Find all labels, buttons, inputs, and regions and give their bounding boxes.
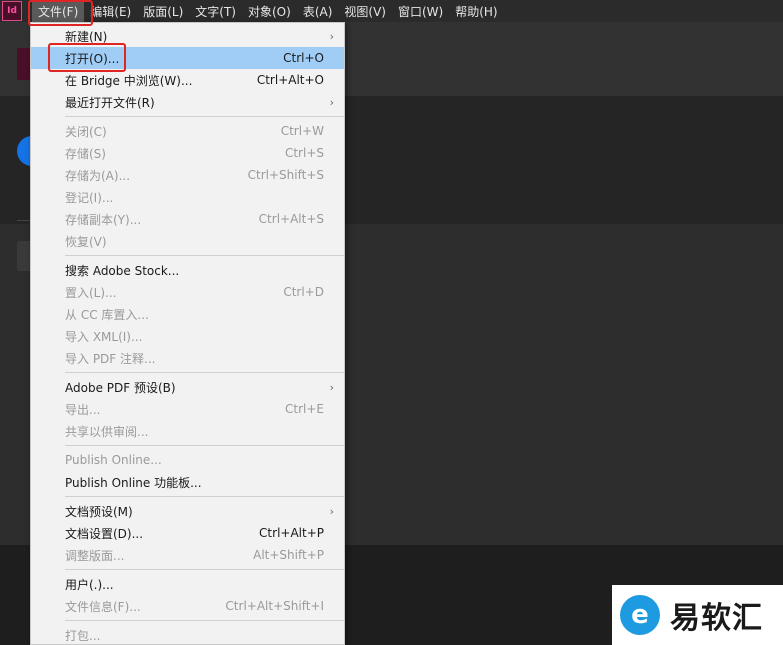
menu-separator xyxy=(31,369,344,376)
menu-item-label: 搜索 Adobe Stock... xyxy=(65,263,180,278)
menu-layout[interactable]: 版面(L) xyxy=(137,0,189,22)
file-menu-item[interactable]: Publish Online 功能板... xyxy=(31,471,344,493)
file-menu-item: 置入(L)... Ctrl+D xyxy=(31,281,344,303)
menu-item-shortcut: Ctrl+O xyxy=(283,51,324,65)
file-menu-item[interactable]: 用户(.)... xyxy=(31,573,344,595)
menu-item-shortcut: Ctrl+W xyxy=(280,124,324,138)
file-menu-item: 文件信息(F)... Ctrl+Alt+Shift+I xyxy=(31,595,344,617)
menu-item-label: 置入(L)... xyxy=(65,285,117,300)
menu-item-label: 恢复(V) xyxy=(65,234,107,249)
indesign-window: Id 文件(F) 编辑(E) 版面(L) 文字(T) 对象(O) 表(A) 视图(V) 窗口(… xyxy=(0,0,783,645)
menu-item-label: 文档设置(D)... xyxy=(65,526,144,541)
menu-item-label: 导入 PDF 注释... xyxy=(65,351,156,366)
file-menu-item[interactable]: 搜索 Adobe Stock... xyxy=(31,259,344,281)
menu-window[interactable]: 窗口(W) xyxy=(392,0,449,22)
menu-item-label: 关闭(C) xyxy=(65,124,107,139)
menu-item-shortcut: Ctrl+D xyxy=(283,285,324,299)
chevron-right-icon: › xyxy=(329,380,334,394)
menu-item-shortcut: Ctrl+Shift+S xyxy=(247,168,324,182)
menu-help[interactable]: 帮助(H) xyxy=(449,0,503,22)
menu-separator xyxy=(31,442,344,449)
file-menu-item: 存储为(A)... Ctrl+Shift+S xyxy=(31,164,344,186)
menu-separator xyxy=(31,493,344,500)
menu-item-label: 调整版面... xyxy=(65,548,125,563)
menu-object[interactable]: 对象(O) xyxy=(242,0,297,22)
menu-item-label: 打包... xyxy=(65,628,101,643)
file-menu-item: 存储副本(Y)... Ctrl+Alt+S xyxy=(31,208,344,230)
indesign-logo-icon: Id xyxy=(2,1,22,21)
menu-item-label: Publish Online... xyxy=(65,453,162,467)
menu-separator xyxy=(31,566,344,573)
menu-item-shortcut: Ctrl+Alt+S xyxy=(258,212,324,226)
file-menu-item: 导入 PDF 注释... xyxy=(31,347,344,369)
file-menu-item[interactable]: 文档设置(D)... Ctrl+Alt+P xyxy=(31,522,344,544)
menu-type[interactable]: 文字(T) xyxy=(189,0,242,22)
file-menu-item: 从 CC 库置入... xyxy=(31,303,344,325)
menu-separator xyxy=(31,113,344,120)
menu-item-shortcut: Ctrl+Alt+O xyxy=(256,73,324,87)
file-menu-item[interactable]: 新建(N) › xyxy=(31,25,344,47)
menu-item-label: 导入 XML(I)... xyxy=(65,329,143,344)
menu-edit[interactable]: 编辑(E) xyxy=(84,0,137,22)
chevron-right-icon: › xyxy=(329,504,334,518)
file-menu-item: 登记(I)... xyxy=(31,186,344,208)
menu-item-label: 最近打开文件(R) xyxy=(65,95,155,110)
menu-item-label: 存储副本(Y)... xyxy=(65,212,142,227)
file-menu-item: 共享以供审阅... xyxy=(31,420,344,442)
menu-bar: Id 文件(F) 编辑(E) 版面(L) 文字(T) 对象(O) 表(A) 视图(V) 窗口(… xyxy=(0,0,783,22)
menu-item-shortcut: Ctrl+Alt+P xyxy=(259,526,324,540)
menu-item-label: 用户(.)... xyxy=(65,577,114,592)
menu-item-label: 从 CC 库置入... xyxy=(65,307,149,322)
menu-item-label: Publish Online 功能板... xyxy=(65,475,202,490)
menu-item-label: 在 Bridge 中浏览(W)... xyxy=(65,73,193,88)
file-menu-item: 存储(S) Ctrl+S xyxy=(31,142,344,164)
menu-item-label: 共享以供审阅... xyxy=(65,424,149,439)
watermark-text: 易软汇 xyxy=(670,601,763,636)
menu-table[interactable]: 表(A) xyxy=(297,0,339,22)
file-menu-item: 导入 XML(I)... xyxy=(31,325,344,347)
chevron-right-icon: › xyxy=(329,29,334,43)
file-menu-item[interactable]: Adobe PDF 预设(B) › xyxy=(31,376,344,398)
menu-item-label: 导出... xyxy=(65,402,101,417)
menu-item-label: Adobe PDF 预设(B) xyxy=(65,380,176,395)
menu-item-label: 文件信息(F)... xyxy=(65,599,141,614)
file-menu-item[interactable]: 打开(O)... Ctrl+O xyxy=(31,47,344,69)
file-menu-item: 调整版面... Alt+Shift+P xyxy=(31,544,344,566)
file-menu-item[interactable]: 在 Bridge 中浏览(W)... Ctrl+Alt+O xyxy=(31,69,344,91)
watermark-logo-icon: e xyxy=(620,595,660,635)
menu-item-shortcut: Ctrl+S xyxy=(284,146,324,160)
file-menu-item: Publish Online... xyxy=(31,449,344,471)
menu-separator xyxy=(31,617,344,624)
menu-item-shortcut: Ctrl+E xyxy=(285,402,324,416)
menu-file[interactable]: 文件(F) xyxy=(32,0,85,22)
menu-item-label: 打开(O)... xyxy=(65,51,120,66)
menu-separator xyxy=(31,252,344,259)
file-menu-item: 导出... Ctrl+E xyxy=(31,398,344,420)
menu-item-label: 存储(S) xyxy=(65,146,106,161)
menu-item-label: 文档预设(M) xyxy=(65,504,133,519)
menu-view[interactable]: 视图(V) xyxy=(338,0,392,22)
chevron-right-icon: › xyxy=(329,95,334,109)
file-menu-item: 打包... xyxy=(31,624,344,645)
watermark: e 易软汇 xyxy=(612,585,783,645)
file-menu-item[interactable]: 文档预设(M) › xyxy=(31,500,344,522)
menu-item-shortcut: Ctrl+Alt+Shift+I xyxy=(225,599,324,613)
menu-item-label: 存储为(A)... xyxy=(65,168,131,183)
file-menu-item: 关闭(C) Ctrl+W xyxy=(31,120,344,142)
file-menu-item[interactable]: 最近打开文件(R) › xyxy=(31,91,344,113)
file-menu-dropdown: 新建(N) › 打开(O)... Ctrl+O 在 Bridge 中浏览(W)... Ct… xyxy=(30,22,345,645)
menu-item-label: 新建(N) xyxy=(65,29,108,44)
menu-item-shortcut: Alt+Shift+P xyxy=(253,548,324,562)
menu-item-label: 登记(I)... xyxy=(65,190,114,205)
file-menu-item: 恢复(V) xyxy=(31,230,344,252)
